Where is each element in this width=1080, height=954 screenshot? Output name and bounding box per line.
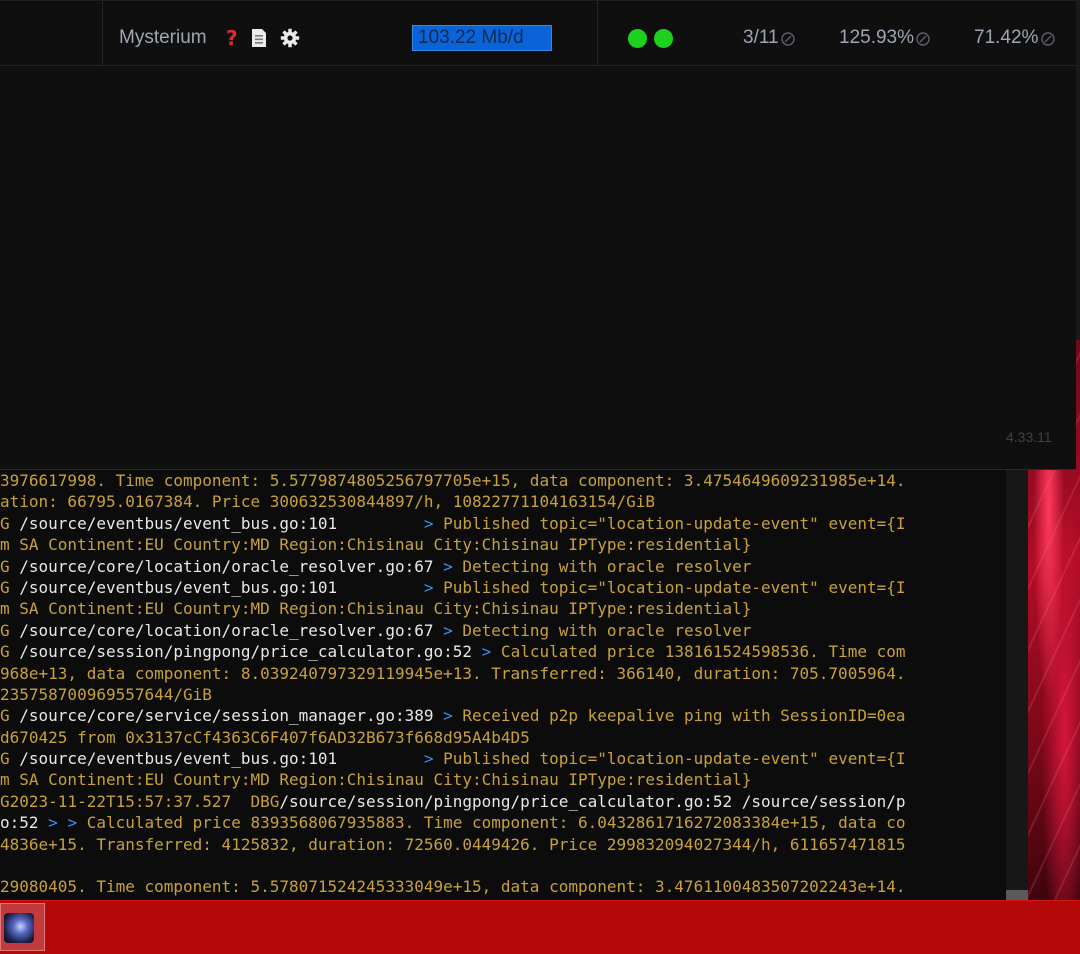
log-segment: G2023-11-22T15:57:37.527 DBG bbox=[0, 791, 280, 811]
log-segment: > bbox=[443, 620, 453, 640]
log-segment: Calculated price 8393568067935883. Time … bbox=[77, 813, 906, 833]
column-divider bbox=[597, 1, 598, 65]
log-line: m SA Continent:EU Country:MD Region:Chis… bbox=[0, 534, 1006, 555]
gear-icon[interactable] bbox=[280, 28, 300, 48]
log-segment: G bbox=[0, 749, 20, 769]
log-segment: 4836e+15. Transferred: 4125832, duration… bbox=[0, 834, 906, 854]
log-segment: G bbox=[0, 556, 20, 576]
bandwidth-badge: 103.22 Mb/d bbox=[412, 25, 552, 51]
log-line: G2023-11-22T15:57:37.527 DBG/source/sess… bbox=[0, 791, 1006, 812]
log-line: 235758700969557644/GiB bbox=[0, 684, 1006, 705]
uptime-value: 71.42% bbox=[974, 27, 1039, 48]
log-line: G /source/eventbus/event_bus.go:101 > Pu… bbox=[0, 513, 1006, 534]
log-segment: Published topic="location-update-event" … bbox=[433, 577, 906, 597]
log-line: 968e+13, data component: 8.0392407973291… bbox=[0, 663, 1006, 684]
document-icon[interactable] bbox=[251, 28, 267, 48]
status-dot-service bbox=[654, 29, 673, 48]
log-segment: Calculated price 138161524598536. Time c… bbox=[491, 642, 906, 662]
log-segment: /source/eventbus/event_bus.go:101 bbox=[19, 749, 338, 769]
log-line: 29080405. Time component: 5.578071524245… bbox=[0, 876, 1006, 897]
log-segment: G bbox=[0, 577, 20, 597]
question-icon[interactable]: ? bbox=[226, 26, 244, 50]
log-segment: 968e+13, data component: 8.0392407973291… bbox=[0, 663, 906, 683]
log-line: o:52 > > Calculated price 83935680679358… bbox=[0, 812, 1006, 833]
terminal-scrollbar[interactable] bbox=[1006, 470, 1028, 900]
log-segment: m SA Continent:EU Country:MD Region:Chis… bbox=[0, 599, 752, 619]
log-segment: G bbox=[0, 620, 20, 640]
log-segment: > bbox=[423, 749, 434, 769]
node-name[interactable]: Mysterium bbox=[119, 25, 207, 51]
log-segment bbox=[472, 642, 482, 661]
log-output[interactable]: 3976617998. Time component: 5.5779874805… bbox=[0, 470, 1006, 900]
log-segment: Published topic="location-update-event" … bbox=[433, 513, 906, 533]
log-segment: /source/core/location/oracle_resolver.go… bbox=[19, 556, 434, 576]
log-segment: G bbox=[0, 706, 20, 726]
scrollbar-thumb[interactable] bbox=[1006, 890, 1028, 900]
log-segment bbox=[337, 749, 424, 768]
sessions-value: 3/11 bbox=[743, 27, 779, 48]
log-segment: Detecting with oracle resolver bbox=[452, 620, 752, 640]
log-line: ation: 66795.0167384. Price 300632530844… bbox=[0, 491, 1006, 512]
log-line: m SA Continent:EU Country:MD Region:Chis… bbox=[0, 769, 1006, 790]
log-segment: /source/eventbus/event_bus.go:101 bbox=[19, 513, 338, 533]
log-segment: /source/core/location/oracle_resolver.go… bbox=[19, 620, 434, 640]
log-segment: ation: 66795.0167384. Price 300632530844… bbox=[0, 492, 656, 512]
log-segment: o:52 bbox=[0, 813, 49, 833]
node-row[interactable]: Mysterium ? 103.22 Mb/d 3/11 125.93% 71.… bbox=[0, 0, 1076, 66]
log-segment: /source/session/pingpong/price_calculato… bbox=[19, 642, 473, 662]
node-dashboard-panel: Mysterium ? 103.22 Mb/d 3/11 125.93% 71.… bbox=[0, 0, 1076, 470]
log-segment: 235758700969557644/GiB bbox=[0, 684, 212, 704]
log-segment: m SA Continent:EU Country:MD Region:Chis… bbox=[0, 770, 752, 790]
info-icon[interactable] bbox=[781, 31, 795, 46]
terminal-app-icon bbox=[4, 913, 34, 943]
terminal-window[interactable]: 3976617998. Time component: 5.5779874805… bbox=[0, 470, 1028, 900]
log-segment: > bbox=[443, 556, 453, 576]
log-line: 3976617998. Time component: 5.5779874805… bbox=[0, 470, 1006, 491]
log-segment: Received p2p keepalive ping with Session… bbox=[452, 706, 906, 726]
log-segment: /source/core/service/session_manager.go:… bbox=[19, 706, 434, 726]
log-segment bbox=[433, 557, 443, 576]
log-segment: Published topic="location-update-event" … bbox=[433, 749, 906, 769]
log-segment: > bbox=[481, 642, 492, 662]
app-version: 4.33.11 bbox=[1006, 429, 1052, 445]
info-icon[interactable] bbox=[1041, 31, 1055, 46]
log-line: G /source/core/location/oracle_resolver.… bbox=[0, 620, 1006, 641]
taskbar bbox=[0, 900, 1080, 954]
log-segment bbox=[337, 578, 424, 597]
log-segment: /source/eventbus/event_bus.go:101 bbox=[19, 577, 338, 597]
desktop-edge bbox=[1076, 0, 1080, 340]
column-divider bbox=[102, 1, 103, 65]
info-icon[interactable] bbox=[916, 31, 930, 46]
log-segment bbox=[433, 706, 443, 725]
status-dot-connection bbox=[628, 29, 647, 48]
log-segment: Detecting with oracle resolver bbox=[452, 556, 752, 576]
log-segment: m SA Continent:EU Country:MD Region:Chis… bbox=[0, 535, 752, 555]
log-line: 4836e+15. Transferred: 4125832, duration… bbox=[0, 834, 1006, 855]
log-segment: /source/session/pingpong/price_calculato… bbox=[279, 791, 906, 811]
log-line: G /source/session/pingpong/price_calcula… bbox=[0, 641, 1006, 662]
log-line: G /source/core/service/session_manager.g… bbox=[0, 705, 1006, 726]
log-line: G /source/eventbus/event_bus.go:101 > Pu… bbox=[0, 748, 1006, 769]
log-segment: G bbox=[0, 642, 20, 662]
log-segment: G bbox=[0, 513, 20, 533]
log-segment bbox=[337, 514, 424, 533]
log-line: G /source/eventbus/event_bus.go:101 > Pu… bbox=[0, 577, 1006, 598]
log-segment: > bbox=[443, 706, 453, 726]
log-segment: > bbox=[423, 513, 434, 533]
log-segment: > > bbox=[48, 813, 78, 833]
log-segment: d670425 from 0x3137cCf4363C6F407f6AD32B6… bbox=[0, 727, 530, 747]
log-segment: 3976617998. Time component: 5.5779874805… bbox=[0, 471, 906, 490]
quality-value: 125.93% bbox=[839, 27, 915, 48]
taskbar-app-button[interactable] bbox=[0, 903, 45, 951]
log-segment: 29080405. Time component: 5.578071524245… bbox=[0, 877, 906, 897]
log-line: G /source/core/location/oracle_resolver.… bbox=[0, 556, 1006, 577]
log-line: m SA Continent:EU Country:MD Region:Chis… bbox=[0, 598, 1006, 619]
log-segment bbox=[433, 621, 443, 640]
log-line: d670425 from 0x3137cCf4363C6F407f6AD32B6… bbox=[0, 727, 1006, 748]
log-segment: > bbox=[423, 577, 434, 597]
